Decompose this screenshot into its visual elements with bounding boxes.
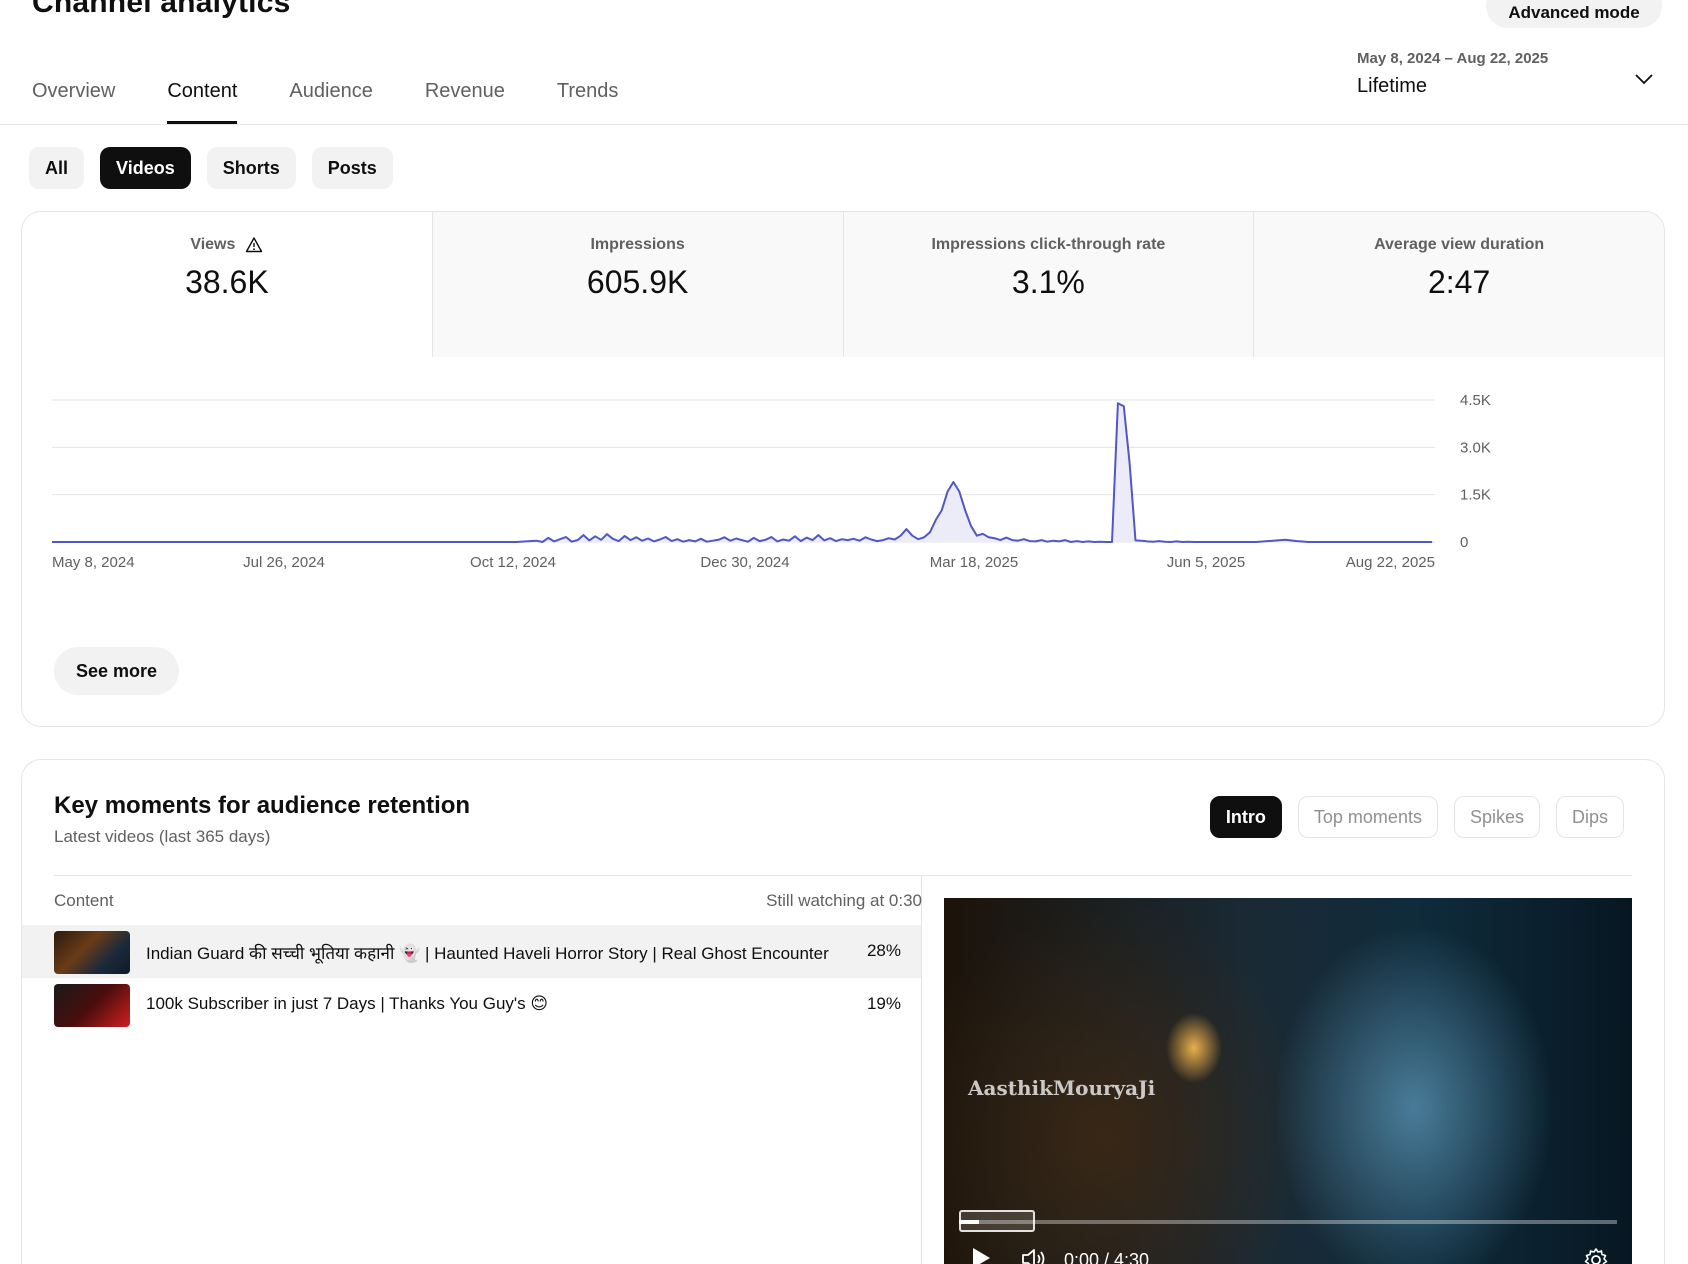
chart-series-line[interactable] xyxy=(52,402,1433,543)
tab-trends[interactable]: Trends xyxy=(557,62,619,124)
x-tick-label: Aug 22, 2025 xyxy=(1346,554,1435,571)
chart-area xyxy=(52,403,1433,542)
y-tick-label: 1.5K xyxy=(1460,487,1491,504)
views-chart-svg: 4.5K 3.0K 1.5K 0 May 8, 2024 Jul 26, 2024 Oct … xyxy=(52,392,1491,571)
key-moments-card: Key moments for audience retention Lates… xyxy=(21,759,1665,1264)
metric-views[interactable]: Views 38.6K xyxy=(22,212,432,357)
chip-videos[interactable]: Videos xyxy=(100,147,191,189)
key-moments-subtitle: Latest videos (last 365 days) xyxy=(54,827,271,846)
chip-posts[interactable]: Posts xyxy=(311,147,393,189)
divider xyxy=(54,875,1632,876)
video-scrub-preview[interactable] xyxy=(959,1210,1035,1232)
date-range-label: Lifetime xyxy=(1357,75,1428,97)
key-moments-filters: Intro Top moments Spikes Dips xyxy=(1209,796,1624,838)
metric-value: 605.9K xyxy=(586,264,689,300)
metrics-card: Views 38.6K Impressions 605.9K Impressio… xyxy=(21,211,1665,727)
metric-label: Average view duration xyxy=(1374,236,1545,253)
video-thumbnail[interactable] xyxy=(54,984,130,1027)
tab-content[interactable]: Content xyxy=(167,62,238,124)
video-controls: 0:00 / 4:30 xyxy=(970,1244,1610,1264)
video-time: 0:00 / 4:30 xyxy=(1064,1250,1150,1264)
chevron-down-icon xyxy=(1635,74,1653,85)
play-icon[interactable] xyxy=(970,1246,992,1264)
y-tick-label: 4.5K xyxy=(1460,392,1491,409)
content-table: Indian Guard की सच्ची भूतिया कहानी 👻 | H… xyxy=(22,925,921,1031)
metric-impressions[interactable]: Impressions 605.9K xyxy=(431,212,843,357)
column-header-content: Content xyxy=(54,891,114,910)
tab-revenue[interactable]: Revenue xyxy=(425,62,505,124)
still-watching-value: 19% xyxy=(866,994,901,1013)
x-tick-label: Dec 30, 2024 xyxy=(700,554,789,571)
video-progress-bar[interactable] xyxy=(959,1220,1617,1224)
header-divider xyxy=(0,124,1688,125)
tab-audience[interactable]: Audience xyxy=(289,62,372,124)
still-watching-value: 28% xyxy=(866,941,901,960)
tab-bar: Overview Content Audience Revenue Trends xyxy=(32,62,670,124)
metric-views-label-wrap: Views xyxy=(190,236,263,254)
date-range-dates: May 8, 2024 – Aug 22, 2025 xyxy=(1357,50,1549,67)
metric-value: 2:47 xyxy=(1427,264,1491,300)
y-tick-label: 0 xyxy=(1460,534,1468,551)
x-tick-label: Mar 18, 2025 xyxy=(930,554,1018,571)
content-type-chips: All Videos Shorts Posts xyxy=(29,147,393,189)
x-tick-label: May 8, 2024 xyxy=(52,554,135,571)
key-moments-title: Key moments for audience retention xyxy=(54,792,471,819)
metric-label: Impressions xyxy=(590,236,685,253)
table-header: Content Still watching at 0:30 xyxy=(54,891,922,911)
column-header-still-watching: Still watching at 0:30 xyxy=(766,891,922,910)
table-row[interactable]: Indian Guard की सच्ची भूतिया कहानी 👻 | H… xyxy=(22,925,921,978)
views-chart: 4.5K 3.0K 1.5K 0 May 8, 2024 Jul 26, 2024 Oct … xyxy=(22,357,1664,637)
warning-icon[interactable] xyxy=(245,236,263,254)
metric-label: Impressions click-through rate xyxy=(931,236,1166,253)
filter-intro[interactable]: Intro xyxy=(1209,796,1282,838)
x-tick-label: Jul 26, 2024 xyxy=(243,554,325,571)
metric-ctr[interactable]: Impressions click-through rate 3.1% xyxy=(842,212,1254,357)
table-row[interactable]: 100k Subscriber in just 7 Days | Thanks … xyxy=(22,978,921,1031)
video-title[interactable]: Indian Guard की सच्ची भूतिया कहानी 👻 | H… xyxy=(146,941,829,964)
filter-spikes[interactable]: Spikes xyxy=(1453,796,1540,838)
video-title[interactable]: 100k Subscriber in just 7 Days | Thanks … xyxy=(146,994,548,1014)
volume-icon[interactable] xyxy=(1020,1246,1048,1264)
page-title: Channel analytics xyxy=(32,0,291,19)
filter-top-moments[interactable]: Top moments xyxy=(1297,796,1438,838)
filter-dips[interactable]: Dips xyxy=(1555,796,1624,838)
divider xyxy=(921,875,922,1264)
x-tick-label: Oct 12, 2024 xyxy=(470,554,556,571)
see-more-button[interactable]: See more xyxy=(54,647,180,695)
advanced-mode-button[interactable]: Advanced mode xyxy=(1486,0,1662,28)
chip-shorts[interactable]: Shorts xyxy=(206,147,296,189)
metric-tabs: Views 38.6K Impressions 605.9K Impressio… xyxy=(22,212,1664,357)
video-thumbnail[interactable] xyxy=(54,931,130,974)
video-player[interactable]: AasthikMouryaJi 0:00 / 4:30 xyxy=(944,898,1632,1264)
metric-value: 38.6K xyxy=(185,264,269,300)
metric-label: Views xyxy=(190,236,236,253)
video-watermark: AasthikMouryaJi xyxy=(968,1076,1156,1100)
metric-value: 3.1% xyxy=(1011,264,1085,300)
chip-all[interactable]: All xyxy=(29,147,85,189)
y-tick-label: 3.0K xyxy=(1460,439,1491,456)
x-tick-label: Jun 5, 2025 xyxy=(1167,554,1245,571)
gear-icon[interactable] xyxy=(1582,1246,1610,1264)
date-range-picker[interactable]: May 8, 2024 – Aug 22, 2025 Lifetime xyxy=(1357,50,1657,98)
tab-overview[interactable]: Overview xyxy=(32,62,115,124)
metric-avg-view-duration[interactable]: Average view duration 2:47 xyxy=(1253,212,1664,357)
